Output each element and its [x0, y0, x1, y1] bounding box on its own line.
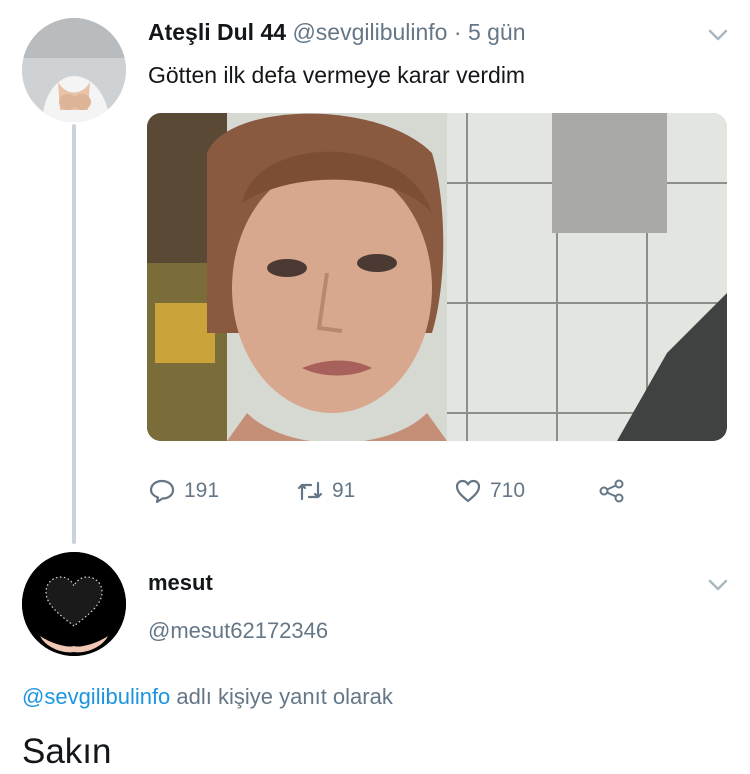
replying-to: @sevgilibulinfo adlı kişiye yanıt olarak	[22, 682, 393, 712]
chevron-down-icon[interactable]	[705, 22, 731, 48]
timestamp[interactable]: 5 gün	[468, 19, 526, 45]
tweet-actions: 191 91 710	[148, 477, 668, 511]
separator: ·	[453, 19, 462, 45]
share-icon	[599, 479, 624, 503]
avatar[interactable]	[22, 18, 126, 122]
like-action[interactable]: 710	[454, 477, 525, 505]
reply-display-name[interactable]: mesut	[148, 568, 213, 598]
display-name[interactable]: Ateşli Dul 44	[148, 19, 286, 45]
tweet-header: Ateşli Dul 44 @sevgilibulinfo · 5 gün	[148, 16, 526, 48]
retweet-action[interactable]: 91	[296, 477, 355, 505]
reply-avatar[interactable]	[22, 552, 126, 656]
reply-handle[interactable]: @mesut62172346	[148, 616, 328, 646]
selfie-photo	[147, 113, 727, 441]
retweet-icon	[297, 481, 323, 501]
reply-count: 191	[184, 479, 220, 502]
heart-in-hands-avatar	[22, 552, 126, 656]
share-action[interactable]	[598, 477, 634, 505]
profile-photo-avatar	[22, 18, 126, 122]
replying-to-link[interactable]: @sevgilibulinfo	[22, 684, 170, 709]
thread-line	[72, 124, 76, 544]
retweet-count: 91	[332, 479, 356, 502]
heart-icon	[455, 479, 481, 503]
reply-action[interactable]: 191	[148, 477, 219, 505]
replying-to-label: adlı kişiye yanıt olarak	[176, 684, 393, 709]
tweet-photo[interactable]	[147, 113, 727, 441]
reply-icon	[149, 479, 175, 504]
chevron-down-icon[interactable]	[705, 572, 731, 598]
handle[interactable]: @sevgilibulinfo	[292, 19, 447, 45]
tweet-text: Götten ilk defa vermeye karar verdim	[148, 62, 526, 88]
like-count: 710	[490, 479, 526, 502]
reply-text: Sakın	[22, 732, 112, 771]
